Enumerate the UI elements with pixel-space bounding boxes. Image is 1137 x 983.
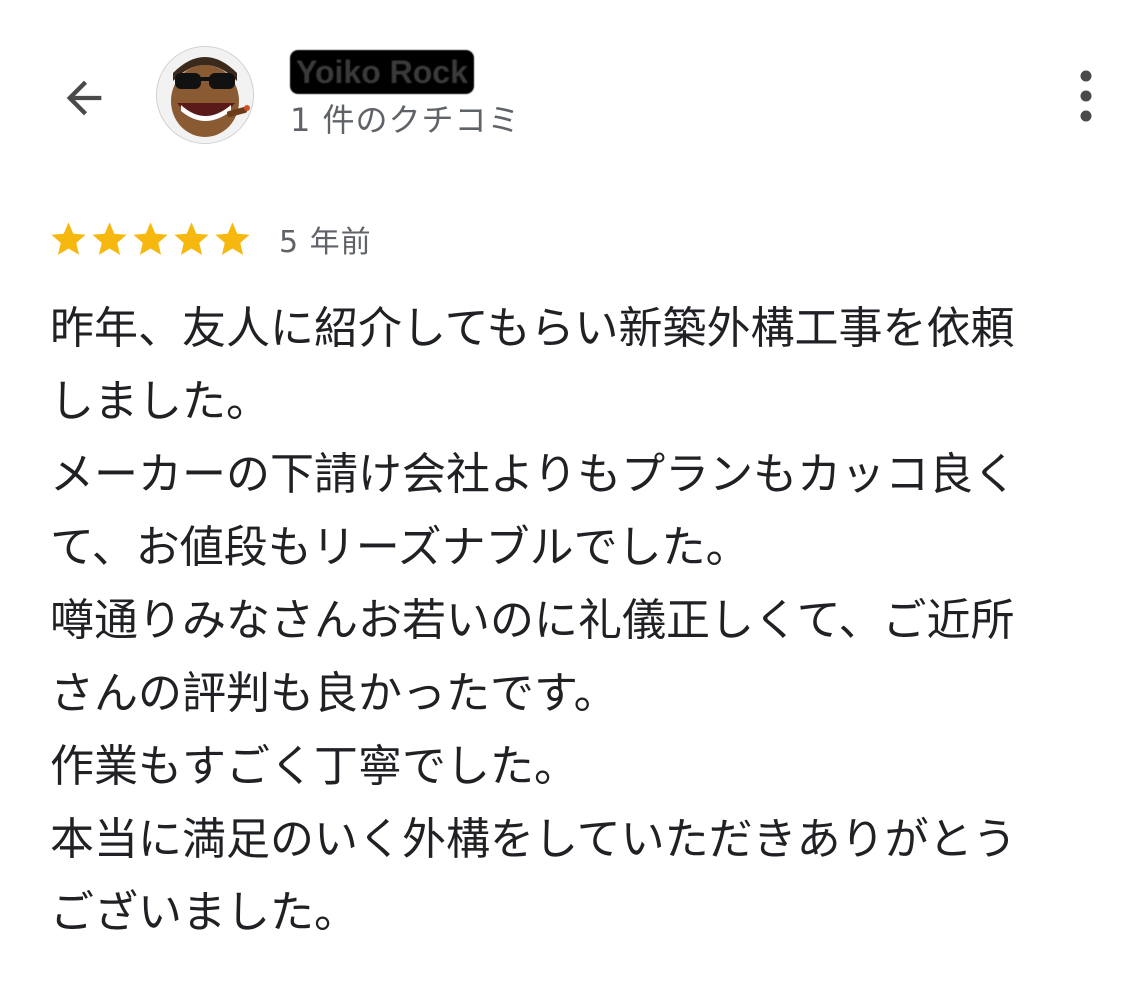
- review-count: 1 件のクチコミ: [290, 101, 521, 139]
- review-text: 昨年、友人に紹介してもらい新築外構工事を依頼 しました。 メーカーの下請け会社よ…: [50, 292, 1110, 949]
- avatar[interactable]: [156, 46, 254, 144]
- more-vert-icon: [1080, 70, 1092, 122]
- star-icon: [92, 221, 127, 255]
- review-line: しました。: [50, 376, 270, 427]
- more-options-button[interactable]: [1058, 62, 1114, 130]
- review-line: さんの評判も良かったです。: [50, 668, 618, 719]
- review-header: Yoiko Rock 1 件のクチコミ: [0, 0, 1137, 170]
- review-line: 本当に満足のいく外構をしていただきありがとう: [50, 814, 1017, 865]
- arrow-back-icon: [66, 80, 102, 116]
- star-icon: [215, 221, 250, 255]
- review-line: 作業もすごく丁寧でした。: [50, 741, 578, 792]
- back-button[interactable]: [52, 66, 116, 130]
- review-line: て、お値段もリーズナブルでした。: [50, 522, 750, 573]
- review-line: ございました。: [50, 887, 358, 938]
- avatar-image: [157, 47, 253, 143]
- star-icon: [133, 221, 168, 255]
- review-line: メーカーの下請け会社よりもプランもカッコ良く: [50, 449, 1018, 500]
- review-line: 昨年、友人に紹介してもらい新築外構工事を依頼: [50, 303, 1015, 354]
- star-icon: [51, 221, 86, 255]
- star-icon: [174, 221, 209, 255]
- user-name[interactable]: Yoiko Rock: [290, 50, 474, 94]
- star-rating: [48, 219, 253, 260]
- rating-row: 5 年前: [48, 214, 372, 264]
- review-line: 噂通りみなさんお若いのに礼儀正しくて、ご近所: [50, 595, 1015, 646]
- review-date: 5 年前: [279, 225, 372, 260]
